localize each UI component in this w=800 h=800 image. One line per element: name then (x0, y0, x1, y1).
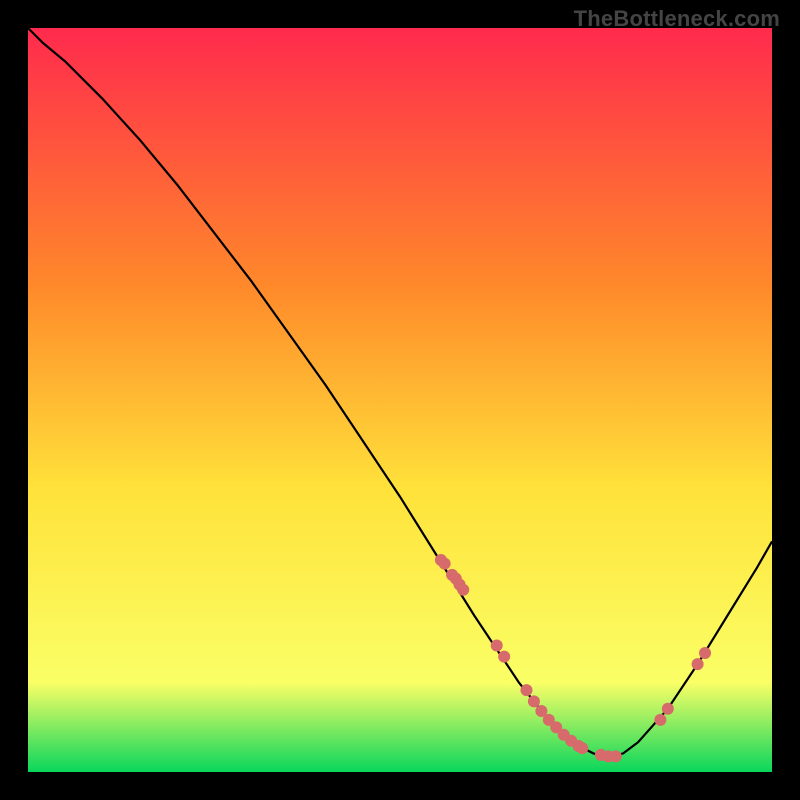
marker-dot (528, 695, 540, 707)
plot-area (28, 28, 772, 772)
marker-dot (662, 703, 674, 715)
marker-dot (692, 658, 704, 670)
chart-frame: TheBottleneck.com (0, 0, 800, 800)
marker-dot (576, 742, 588, 754)
marker-dot (439, 558, 451, 570)
marker-dot (610, 750, 622, 762)
marker-dot (654, 714, 666, 726)
marker-dot (520, 684, 532, 696)
marker-dot (457, 584, 469, 596)
marker-dot (498, 651, 510, 663)
chart-svg (28, 28, 772, 772)
marker-dot (491, 640, 503, 652)
marker-dot (699, 647, 711, 659)
